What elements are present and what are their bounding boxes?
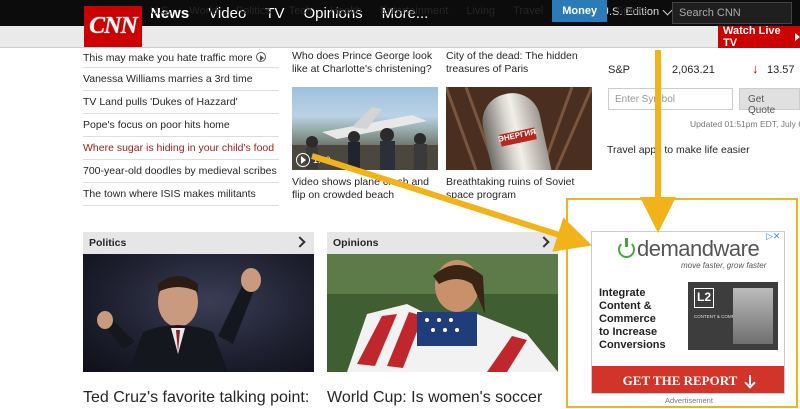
market-label: S&P	[608, 64, 631, 76]
get-quote-button[interactable]: Get Quote	[739, 88, 800, 116]
watch-live-tv-button[interactable]: Watch Live TV	[718, 25, 800, 49]
politics-caption[interactable]: Ted Cruz's favorite talking point:	[83, 389, 309, 407]
subnav-sports[interactable]: Sports	[616, 0, 657, 22]
down-arrow-icon: ↓	[752, 61, 759, 76]
ad-body-line: Commerce	[599, 313, 656, 325]
ad-body-line: Integrate	[599, 287, 646, 299]
opinions-section-header[interactable]: Opinions	[327, 232, 558, 254]
world-cup-illustration	[327, 254, 558, 372]
ad-tagline: move faster, grow faster	[681, 261, 767, 270]
power-icon	[618, 237, 635, 258]
cta-label: GET THE REPORT	[622, 372, 738, 388]
story-caption-prince-george[interactable]: Who does Prince George look like at Char…	[292, 50, 442, 76]
demandware-logo: demandware	[618, 236, 760, 262]
opinions-caption[interactable]: World Cup: Is women's soccer	[327, 389, 542, 407]
subnav-health[interactable]: Health	[330, 0, 371, 22]
l2-logo: L2	[694, 288, 714, 308]
subnav-travel[interactable]: Travel	[513, 0, 552, 22]
subnav-us[interactable]: U.S.	[150, 0, 180, 22]
report-cover-photo	[733, 288, 773, 344]
market-change: 13.57	[767, 64, 795, 76]
section-title: Opinions	[333, 237, 379, 249]
headline-item[interactable]: This may make you hate traffic more	[83, 48, 279, 68]
subnav-money[interactable]: Money	[552, 0, 608, 22]
adchoices-icon[interactable]: ▷✕	[766, 231, 780, 242]
section-title: Politics	[89, 237, 127, 249]
headline-item[interactable]: Vanessa Williams marries a 3rd time	[83, 68, 279, 91]
ad-body-line: to Increase	[599, 326, 658, 338]
cnn-logo[interactable]: CNN	[84, 6, 142, 47]
ted-cruz-photo[interactable]	[83, 254, 314, 372]
get-report-button[interactable]: GET THE REPORT	[592, 366, 784, 393]
video-play-icon[interactable]	[296, 153, 310, 167]
subnav-living[interactable]: Living	[466, 0, 504, 22]
sub-nav: U.S. World Politics Tech Health Entertai…	[150, 0, 666, 22]
ad-body-line: Content &	[599, 300, 652, 312]
story-caption-paris[interactable]: City of the dead: The hidden treasures o…	[446, 50, 594, 76]
market-value: 2,063.21	[672, 64, 715, 76]
politics-section-header[interactable]: Politics	[83, 232, 314, 254]
report-cover-image: L2 CONTENT & COMMERCE	[688, 282, 778, 350]
headline-item[interactable]: TV Land pulls 'Dukes of Hazzard'	[83, 91, 279, 114]
advertisement-label: Advertisement	[665, 396, 713, 405]
headline-list: This may make you hate traffic more Vane…	[83, 48, 279, 206]
logo-text: CNN	[89, 13, 138, 39]
world-cup-photo[interactable]	[327, 254, 558, 372]
headline-item[interactable]: Pope's focus on poor hits home	[83, 114, 279, 137]
play-arrow-icon	[795, 33, 800, 41]
download-arrow-icon	[745, 374, 755, 387]
market-updated-time: Updated 01:51pm EDT, July 6	[690, 119, 800, 129]
ad-body-text: Integrate Content & Commerce to Increase…	[599, 287, 666, 352]
headline-item[interactable]: 700-year-old doodles by medieval scribes	[83, 160, 279, 183]
headline-item[interactable]: The town where ISIS makes militants	[83, 183, 279, 206]
subnav-world[interactable]: World	[189, 0, 227, 22]
ad-body-line: Conversions	[599, 339, 666, 351]
symbol-input[interactable]: Enter Symbol	[608, 88, 733, 110]
demandware-ad[interactable]: demandware move faster, grow faster Inte…	[591, 231, 785, 394]
play-icon	[255, 52, 266, 62]
live-tv-label: Watch Live TV	[723, 25, 781, 49]
soviet-ruins-thumbnail[interactable]: ЭНЕРГИЯ	[446, 87, 592, 170]
headline-item[interactable]: Where sugar is hiding in your child's fo…	[83, 137, 279, 160]
travel-apps-link[interactable]: Travel apps to make life easier	[607, 144, 750, 156]
subnav-tech[interactable]: Tech	[289, 0, 321, 22]
subnav-entertainment[interactable]: Entertainment	[380, 0, 457, 22]
subnav-politics[interactable]: Politics	[236, 0, 280, 22]
brand-name: demandware	[637, 236, 760, 261]
story-caption-plane-crash[interactable]: Video shows plane crash and flip on crow…	[292, 176, 442, 202]
search-input[interactable]: Search CNN	[672, 2, 792, 24]
video-duration: 1:40	[313, 155, 331, 165]
headline-text: This may make you hate traffic more	[83, 52, 253, 64]
ted-cruz-illustration	[97, 268, 261, 372]
